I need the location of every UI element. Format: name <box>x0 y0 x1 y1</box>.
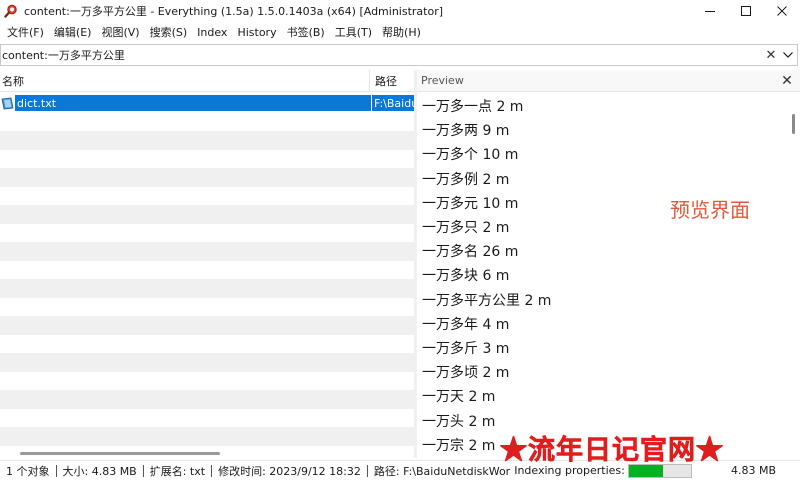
minimize-icon <box>705 11 715 12</box>
menu-search[interactable]: 搜索(S) <box>145 24 193 40</box>
empty-row <box>0 335 414 354</box>
status-total-size: 4.83 MB <box>730 464 776 477</box>
preview-content: 一万多一点 2 m 一万多两 9 m 一万多个 10 m 一万多例 2 m 一万… <box>417 94 551 457</box>
close-window-button[interactable] <box>764 0 800 22</box>
preview-line: 一万多例 2 m <box>422 171 510 188</box>
empty-row <box>0 113 414 132</box>
preview-line: 一万天 2 m <box>422 389 496 406</box>
empty-row <box>0 131 414 150</box>
empty-row <box>0 298 414 317</box>
menu-index[interactable]: Index <box>192 26 232 39</box>
preview-line: 一万多斤 3 m <box>422 340 510 357</box>
empty-row <box>0 187 414 206</box>
menu-bar: 文件(F) 编辑(E) 视图(V) 搜索(S) Index History 书签… <box>0 22 800 42</box>
menu-file[interactable]: 文件(F) <box>2 24 49 40</box>
text-file-icon <box>1 96 15 110</box>
empty-row <box>0 409 414 428</box>
empty-row <box>0 224 414 243</box>
preview-line: 一万多个 10 m <box>422 147 519 164</box>
result-filename: dict.txt <box>15 95 371 112</box>
preview-line: 一万多元 10 m <box>422 195 519 212</box>
close-icon <box>777 6 787 16</box>
search-history-dropdown[interactable] <box>779 45 797 65</box>
preview-line: 一万多名 26 m <box>422 244 519 261</box>
preview-line: 一万多平方公里 2 m <box>422 292 552 309</box>
empty-row <box>0 353 414 372</box>
close-preview-icon[interactable]: ✕ <box>778 72 796 90</box>
empty-row <box>0 316 414 335</box>
preview-scrollbar-thumb[interactable] <box>792 114 795 134</box>
status-path: 路径: F:\BaiduNetdiskWor <box>373 464 511 478</box>
preview-title: Preview <box>421 74 464 87</box>
empty-row <box>0 242 414 261</box>
empty-row <box>0 261 414 280</box>
status-file-size: 大小: 4.83 MB <box>62 464 137 478</box>
result-row[interactable]: dict.txt F:\BaiduNetdiskWor <box>0 94 414 113</box>
column-header-path[interactable]: 路径 <box>370 70 414 92</box>
horizontal-scrollbar-thumb[interactable] <box>20 452 220 455</box>
preview-line: 一万多一点 2 m <box>422 99 524 116</box>
clear-search-icon[interactable]: ✕ <box>763 45 779 65</box>
results-rows: dict.txt F:\BaiduNetdiskWor <box>0 94 414 446</box>
menu-tools[interactable]: 工具(T) <box>330 24 377 40</box>
empty-row <box>0 372 414 391</box>
menu-history[interactable]: History <box>232 26 281 39</box>
maximize-button[interactable] <box>728 0 764 22</box>
preview-line: 一万多块 6 m <box>422 268 510 285</box>
empty-row <box>0 150 414 169</box>
site-watermark: ★流年日记官网★ <box>500 435 724 467</box>
menu-bookmarks[interactable]: 书签(B) <box>282 24 330 40</box>
preview-line: 一万多两 9 m <box>422 123 510 140</box>
results-list: 名称 路径 dict.txt F:\BaiduNetdiskWor <box>0 70 414 458</box>
window-title: content:一万多平方公里 - Everything (1.5a) 1.5.… <box>24 5 444 18</box>
status-modified-time: 修改时间: 2023/9/12 18:32 <box>218 464 361 478</box>
maximize-icon <box>741 6 751 16</box>
status-extension: 扩展名: txt <box>149 464 206 478</box>
menu-help[interactable]: 帮助(H) <box>377 24 426 40</box>
menu-edit[interactable]: 编辑(E) <box>49 24 97 40</box>
chevron-down-icon <box>783 52 793 58</box>
title-bar: content:一万多平方公里 - Everything (1.5a) 1.5.… <box>0 0 800 22</box>
menu-view[interactable]: 视图(V) <box>96 24 144 40</box>
empty-row <box>0 205 414 224</box>
empty-row <box>0 279 414 298</box>
minimize-button[interactable] <box>692 0 728 22</box>
empty-row <box>0 168 414 187</box>
preview-annotation: 预览界面 <box>670 198 750 222</box>
result-path: F:\BaiduNetdiskWor <box>372 95 414 112</box>
search-input[interactable] <box>1 45 763 65</box>
results-column-header: 名称 路径 <box>0 70 414 92</box>
status-object-count: 1 个对象 <box>6 464 50 478</box>
everything-magnifier-icon[interactable] <box>3 3 19 19</box>
search-bar: ✕ <box>0 44 798 66</box>
preview-line: 一万多顷 2 m <box>422 365 510 382</box>
column-header-name[interactable]: 名称 <box>0 70 370 92</box>
preview-line: 一万多只 2 m <box>422 220 510 237</box>
preview-header: Preview ✕ <box>417 70 800 92</box>
empty-row <box>0 390 414 409</box>
horizontal-scrollbar[interactable] <box>0 448 414 458</box>
preview-pane: Preview ✕ 一万多一点 2 m 一万多两 9 m 一万多个 10 m 一… <box>417 70 800 458</box>
preview-line: 一万多年 4 m <box>422 316 510 333</box>
empty-row <box>0 427 414 446</box>
